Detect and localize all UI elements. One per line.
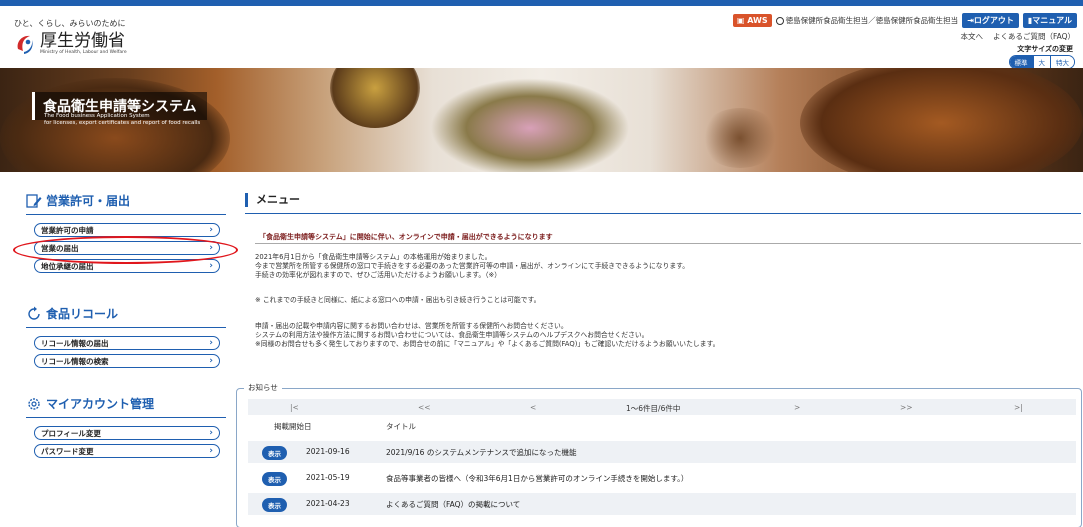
user-info: 徳島保健所食品衛生担当／徳島保健所食品衛生担当 <box>775 15 959 26</box>
row-title[interactable]: 食品等事業者の皆様へ（令和3年6月1日から営業許可のオンライン手続きを開始します… <box>386 473 688 484</box>
tagline: ひと、くらし、みらいのために <box>14 19 126 28</box>
pager-last[interactable]: >| <box>1014 403 1023 412</box>
manual-button[interactable]: ▮マニュアル <box>1022 13 1077 28</box>
sidebar-item-recall-search[interactable]: リコール情報の検索 › <box>34 354 220 368</box>
chevron-right-icon: › <box>209 428 213 438</box>
highlight-annotation <box>13 236 238 264</box>
news-legend: お知らせ <box>244 382 282 393</box>
row-title[interactable]: よくあるご質問（FAQ）の掲載について <box>386 499 520 510</box>
fontsize-label: 文字サイズの変更 <box>1017 45 1073 53</box>
sidebar-item-profile-change[interactable]: プロフィール変更 › <box>34 426 220 440</box>
row-title[interactable]: 2021/9/16 のシステムメンテナンスで追加になった機能 <box>386 447 576 458</box>
paragraph: 申請・届出の記載や申請内容に関するお問い合わせは、営業所を所管する保健所へお問合… <box>255 322 568 330</box>
edit-document-icon <box>26 193 42 208</box>
header-links: 本文へ よくあるご質問（FAQ） <box>960 31 1075 42</box>
sidebar-item-recall-notification[interactable]: リコール情報の届出 › <box>34 336 220 350</box>
logo-text-en: Ministry of Health, Labour and Welfare <box>40 50 127 55</box>
logo-icon <box>14 33 36 55</box>
aws-button[interactable]: ▣ AWS <box>732 14 772 27</box>
view-button[interactable]: 表示 <box>262 472 287 486</box>
logo-text-jp: 厚生労働省 <box>40 31 125 51</box>
section-food-recall: 食品リコール リコール情報の届出 › リコール情報の検索 › <box>26 305 226 372</box>
link-main-content[interactable]: 本文へ <box>960 31 983 42</box>
pager-prev-block[interactable]: << <box>418 403 431 412</box>
divider <box>255 243 1081 244</box>
fontsize-switcher: 標準 大 特大 <box>1008 55 1075 69</box>
divider <box>245 213 1081 214</box>
chevron-right-icon: › <box>209 446 213 456</box>
chevron-right-icon: › <box>209 261 213 271</box>
banner-subtitle: The Food business Application System for… <box>44 113 201 126</box>
paragraph: ※同様のお問合せも多く発生しておりますので、お問合せの前に「マニュアル」や「よく… <box>255 340 720 348</box>
user-icon <box>775 16 784 25</box>
link-faq[interactable]: よくあるご質問（FAQ） <box>993 31 1075 42</box>
notice-heading: 「食品衛生申請等システム」に開始に伴い、オンラインで申請・届出ができるようになり… <box>259 233 553 241</box>
section-title: 食品リコール <box>26 305 226 328</box>
site-header: ひと、くらし、みらいのために 厚生労働省 Ministry of Health,… <box>0 6 1083 69</box>
table-row: 表示 2021-09-16 2021/9/16 のシステムメンテナンスで追加にな… <box>248 441 1076 463</box>
fontsize-large-button[interactable]: 大 <box>1032 56 1050 68</box>
mhlw-logo[interactable]: 厚生労働省 Ministry of Health, Labour and Wel… <box>14 32 127 55</box>
paragraph: 2021年6月1日から「食品衛生申請等システム」の本格運用が始まりました。 <box>255 253 492 261</box>
chevron-right-icon: › <box>209 356 213 366</box>
pagination: |< << < 1～6件目/6件中 > >> >| <box>248 399 1076 415</box>
view-button[interactable]: 表示 <box>262 498 287 512</box>
paragraph: システムの利用方法や操作方法に関するお問い合わせについては、食品衛生申請等システ… <box>255 331 649 339</box>
pager-status: 1～6件目/6件中 <box>626 404 681 413</box>
logout-button[interactable]: ⇥ログアウト <box>962 13 1019 28</box>
chevron-right-icon: › <box>209 225 213 235</box>
news-table-header: 掲載開始日 タイトル <box>248 418 1076 434</box>
section-title: 営業許可・届出 <box>26 192 226 215</box>
pager-next[interactable]: > <box>794 403 800 412</box>
row-date: 2021-04-23 <box>306 499 350 508</box>
col-title-header: タイトル <box>386 422 416 431</box>
pager-next-block[interactable]: >> <box>900 403 913 412</box>
recall-refresh-icon <box>28 306 40 320</box>
section-title: マイアカウント管理 <box>26 395 226 418</box>
fontsize-xlarge-button[interactable]: 特大 <box>1050 56 1074 68</box>
hero-banner: 食品衛生申請等システム The Food business Applicatio… <box>0 68 1083 172</box>
row-date: 2021-05-19 <box>306 473 350 482</box>
paragraph: 手続きの効率化が図れますので、ぜひご活用いただけるようお願いします。（※） <box>255 271 502 279</box>
row-date: 2021-09-16 <box>306 447 350 456</box>
page-title: メニュー <box>245 193 1080 207</box>
fontsize-standard-button[interactable]: 標準 <box>1009 56 1033 68</box>
view-button[interactable]: 表示 <box>262 446 287 460</box>
section-my-account: マイアカウント管理 プロフィール変更 › パスワード変更 › <box>26 395 226 462</box>
paragraph: 今まで営業所を所管する保健所の窓口で手続きをする必要のあった営業許可等の申請・届… <box>255 262 690 270</box>
table-row: 表示 2021-04-23 よくあるご質問（FAQ）の掲載について <box>248 493 1076 515</box>
col-date-header: 掲載開始日 <box>274 422 312 431</box>
pager-prev[interactable]: < <box>530 403 536 412</box>
gear-icon <box>28 397 40 410</box>
sidebar-item-license-application[interactable]: 営業許可の申請 › <box>34 223 220 237</box>
user-name: 徳島保健所食品衛生担当／徳島保健所食品衛生担当 <box>785 16 959 25</box>
section-business-license: 営業許可・届出 営業許可の申請 › 営業の届出 › 地位承継の届出 › <box>26 192 226 277</box>
pager-first[interactable]: |< <box>290 403 299 412</box>
chevron-right-icon: › <box>209 338 213 348</box>
sidebar-item-password-change[interactable]: パスワード変更 › <box>34 444 220 458</box>
main-content: メニュー 「食品衛生申請等システム」に開始に伴い、オンラインで申請・届出ができる… <box>245 193 1081 348</box>
paragraph: ※ これまでの手続きと同様に、紙による窓口への申請・届出も引き続き行うことは可能… <box>255 296 541 304</box>
table-row: 表示 2021-05-19 食品等事業者の皆様へ（令和3年6月1日から営業許可の… <box>248 467 1076 489</box>
header-actions: ▣ AWS 徳島保健所食品衛生担当／徳島保健所食品衛生担当 ⇥ログアウト ▮マニ… <box>732 13 1077 28</box>
